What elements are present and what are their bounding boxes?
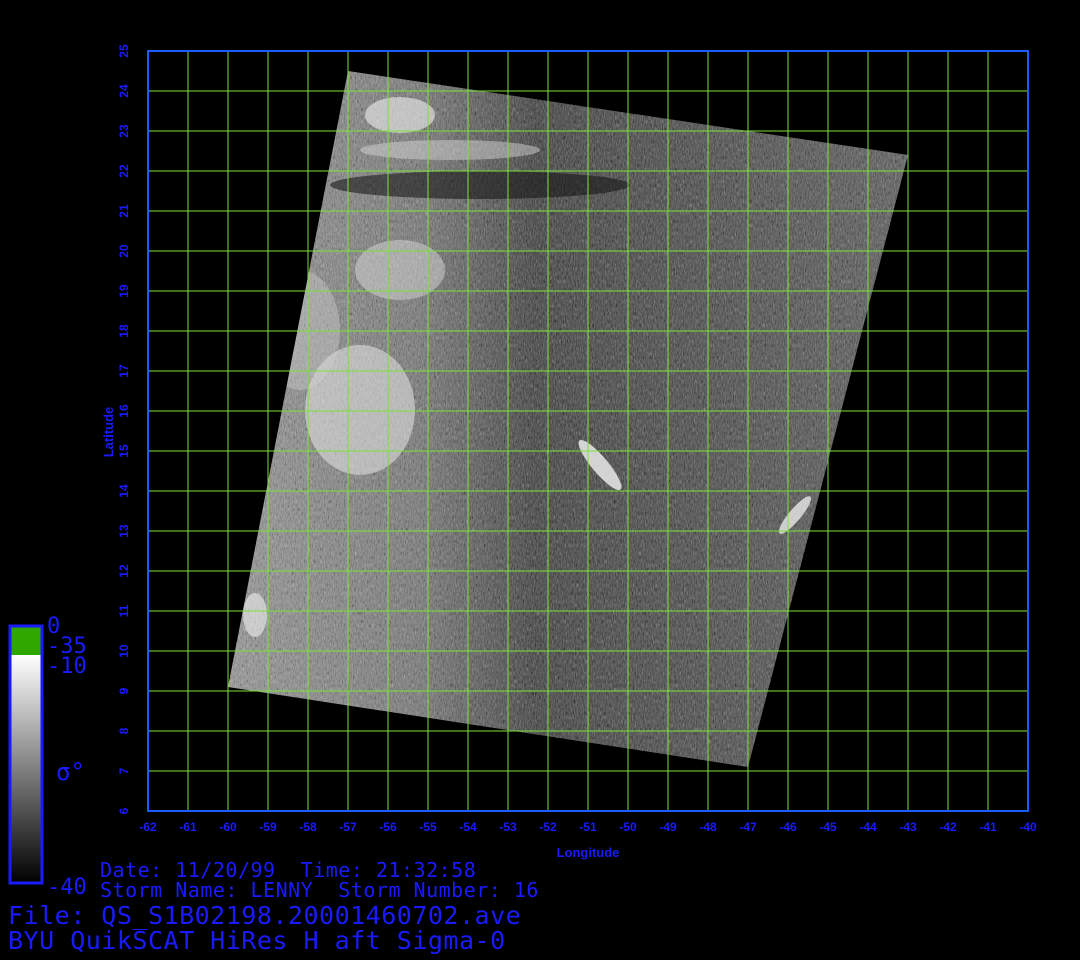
x-tick-label: -48: [699, 820, 717, 834]
x-tick-label: -62: [139, 820, 157, 834]
colorbar-label-10: -10: [47, 654, 87, 679]
y-tick-label: 25: [117, 44, 131, 58]
y-axis-label: Latitude: [101, 407, 116, 458]
x-tick-label: -54: [459, 820, 477, 834]
colorbar-gradient: [10, 655, 42, 883]
y-tick-label: 19: [117, 284, 131, 298]
x-tick-label: -41: [979, 820, 997, 834]
date-time-line: Date: 11/20/99 Time: 21:32:58: [100, 858, 477, 882]
y-tick-label: 21: [117, 204, 131, 218]
y-tick-label: 10: [117, 644, 131, 658]
y-tick-label: 9: [117, 687, 131, 694]
y-tick-label: 14: [117, 484, 131, 498]
storm-line: Storm Name: LENNY Storm Number: 16: [100, 878, 539, 902]
x-tick-label: -49: [659, 820, 677, 834]
y-tick-label: 18: [117, 324, 131, 338]
y-tick-label: 16: [117, 404, 131, 418]
x-tick-label: -59: [259, 820, 277, 834]
x-tick-label: -47: [739, 820, 757, 834]
x-tick-label: -44: [859, 820, 877, 834]
x-tick-label: -57: [339, 820, 357, 834]
bright-cloud-region: [243, 593, 267, 637]
dark-band: [330, 171, 630, 199]
x-tick-label: -50: [619, 820, 637, 834]
y-tick-label: 11: [117, 604, 131, 617]
y-tick-label: 8: [117, 727, 131, 734]
x-tick-label: -53: [499, 820, 517, 834]
x-tick-label: -56: [379, 820, 397, 834]
x-tick-label: -60: [219, 820, 237, 834]
sigma0-image-swath: [228, 71, 908, 767]
y-tick-label: 20: [117, 244, 131, 258]
x-tick-label: -43: [899, 820, 917, 834]
x-tick-label: -61: [179, 820, 197, 834]
y-tick-label: 17: [117, 364, 131, 378]
y-tick-label: 6: [117, 807, 131, 814]
x-tick-label: -42: [939, 820, 957, 834]
y-tick-label: 22: [117, 164, 131, 178]
x-tick-label: -55: [419, 820, 437, 834]
x-tick-label: -40: [1019, 820, 1037, 834]
y-tick-label: 7: [117, 767, 131, 774]
bright-cloud-region: [365, 97, 435, 133]
colorbar: [8, 624, 44, 885]
product-title-line: BYU QuikSCAT HiRes H aft Sigma-0: [8, 926, 506, 955]
colorbar-top-swatch: [10, 626, 42, 655]
y-tick-label: 23: [117, 124, 131, 138]
x-tick-label: -45: [819, 820, 837, 834]
y-tick-label: 15: [117, 444, 131, 458]
bright-cloud-region: [260, 270, 340, 390]
bright-cloud-region: [360, 140, 540, 160]
x-tick-label: -51: [579, 820, 597, 834]
x-tick-label: -58: [299, 820, 317, 834]
x-tick-label: -52: [539, 820, 557, 834]
y-tick-label: 24: [117, 84, 131, 98]
y-tick-label: 12: [117, 564, 131, 578]
colorbar-label-bottom: -40: [47, 875, 87, 900]
sigma0-symbol: σ°: [56, 758, 85, 786]
x-axis-label: Longitude: [557, 845, 620, 860]
latitude-tick-labels: 6 7 8 9 10 11 12 13 14 15 16 17 18 19 20 21 22 23 24 25: [117, 44, 131, 814]
y-tick-label: 13: [117, 524, 131, 538]
longitude-tick-labels: -62 -61 -60 -59 -58 -57 -56 -55 -54 -53 -52 -51 -50 -…: [139, 820, 1037, 834]
map-plot: -62 -61 -60 -59 -58 -57 -56 -55 -54 -53 -52 -51 -50 -…: [8, 44, 1037, 885]
x-tick-label: -46: [779, 820, 797, 834]
